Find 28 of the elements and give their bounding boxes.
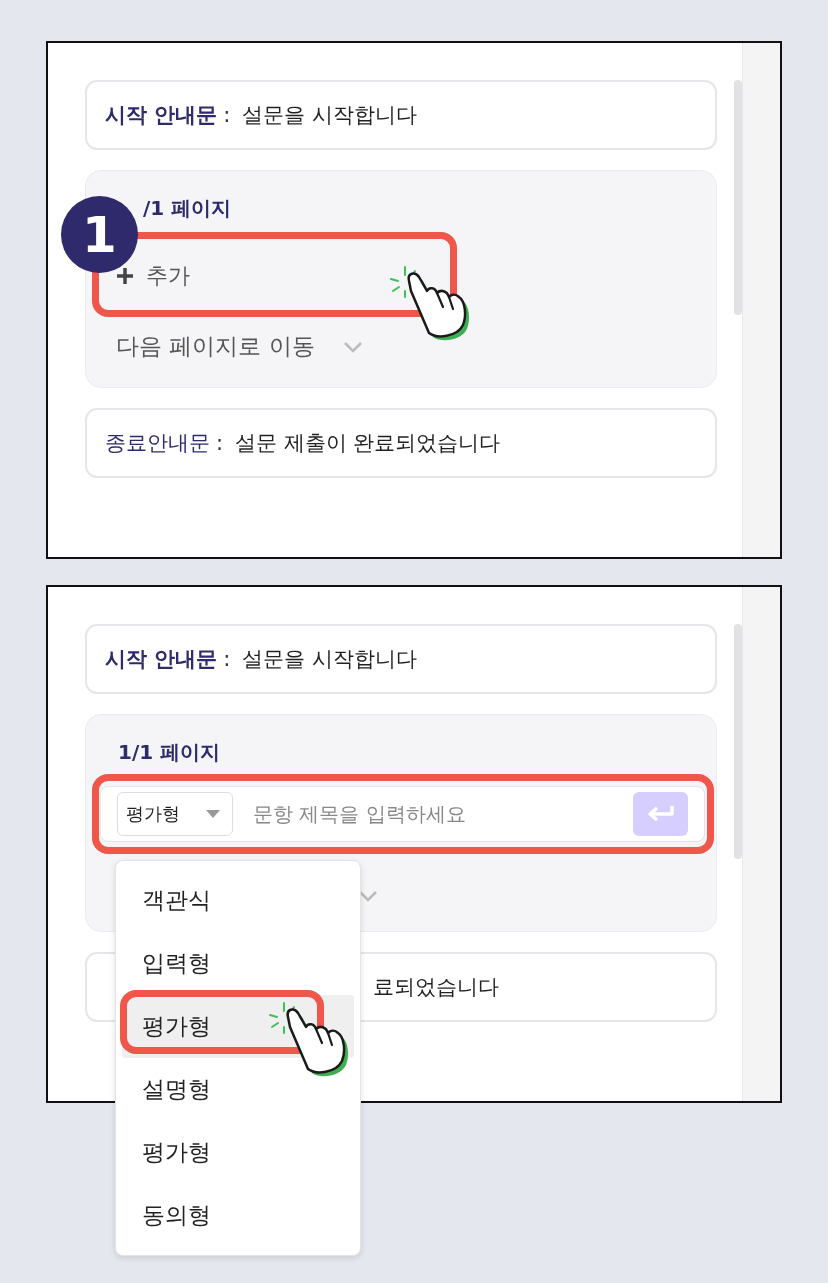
menu-item[interactable]: 객관식 bbox=[122, 869, 354, 932]
enter-icon bbox=[645, 804, 676, 824]
menu-item[interactable]: 설명형 bbox=[122, 1058, 354, 1121]
notice-text: 설문을 시작합니다 bbox=[242, 646, 418, 673]
chevron-down-icon bbox=[342, 340, 363, 353]
question-title-field[interactable]: 평가형 문항 제목을 입력하세요 bbox=[100, 786, 705, 842]
notice-label: 시작 안내문 bbox=[105, 646, 218, 673]
notice-text: 설문 제출이 완료되었습니다 bbox=[235, 430, 501, 457]
question-type-select[interactable]: 평가형 bbox=[117, 792, 233, 836]
notice-text: 료되었습니다 bbox=[373, 974, 499, 1001]
enter-button[interactable] bbox=[633, 792, 688, 836]
notice-label: 종료안내문 bbox=[105, 430, 210, 457]
scrollbar-thumb[interactable] bbox=[734, 624, 742, 859]
scrollbar-thumb[interactable] bbox=[734, 80, 742, 315]
page-title: 1/1 페이지 bbox=[118, 739, 221, 766]
dropdown-caret-icon bbox=[206, 810, 220, 818]
notice-label: 시작 안내문 bbox=[105, 102, 218, 129]
chevron-down-icon bbox=[358, 890, 378, 902]
menu-item[interactable]: 입력형 bbox=[122, 932, 354, 995]
colon-separator: : bbox=[223, 103, 231, 127]
colon-separator: : bbox=[216, 431, 224, 455]
page-title: /1 페이지 bbox=[143, 195, 232, 222]
menu-item[interactable]: 평가형 bbox=[122, 1121, 354, 1184]
plus-icon bbox=[116, 267, 134, 285]
page-move-dropdown[interactable]: 다음 페이지로 이동 bbox=[116, 331, 363, 362]
menu-item[interactable]: 동의형 bbox=[122, 1184, 354, 1247]
notice-text: 설문을 시작합니다 bbox=[242, 102, 418, 129]
colon-separator: : bbox=[223, 647, 231, 671]
